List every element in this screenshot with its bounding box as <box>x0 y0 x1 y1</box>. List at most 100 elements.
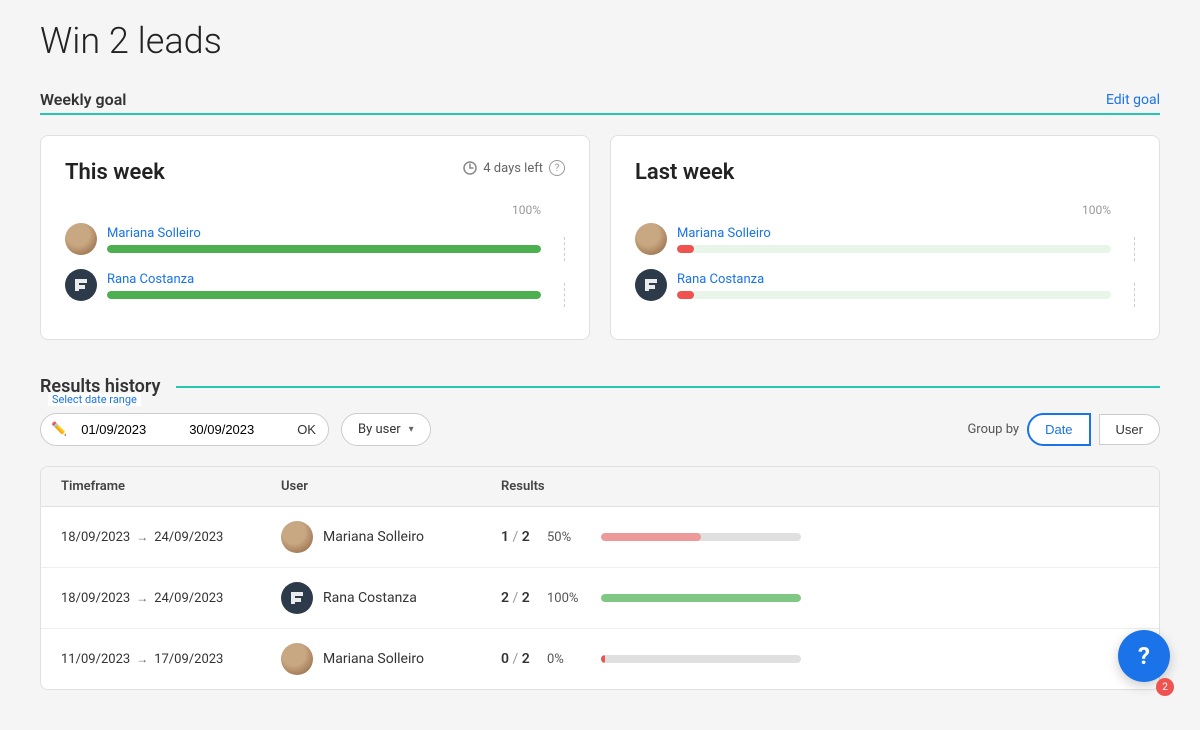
result-fraction-0: 1 / 2 <box>501 529 531 545</box>
col-header-results: Results <box>501 479 1139 494</box>
by-user-select[interactable]: By user ▾ <box>341 413 431 446</box>
week-cards: This week 4 days left ? 100% <box>40 135 1160 340</box>
days-left-text: 4 days left <box>483 161 543 176</box>
last-week-progress-mariana <box>677 245 1135 253</box>
group-by-control: Group by Date User <box>967 413 1160 446</box>
row-avatar-1 <box>281 582 313 614</box>
date-range-label: Select date range <box>48 393 141 406</box>
last-week-title: Last week <box>635 160 734 185</box>
table-row: 18/09/2023 → 24/09/2023 Mariana Solleiro… <box>41 507 1159 568</box>
date-to-0: 24/09/2023 <box>154 530 223 545</box>
arrow-icon-0: → <box>136 530 148 544</box>
dashed-marker-mariana <box>564 237 565 261</box>
row-user-0: Mariana Solleiro <box>323 529 424 545</box>
dashed-marker-rana <box>564 283 565 307</box>
results-section: Results history Select date range ✏️ OK … <box>40 376 1160 690</box>
result-fill-0 <box>601 533 701 541</box>
progress-track-rana <box>107 291 541 299</box>
ok-button[interactable]: OK <box>285 414 328 445</box>
group-by-date-button[interactable]: Date <box>1027 413 1090 446</box>
date-from-0: 18/09/2023 <box>61 530 130 545</box>
date-range-wrapper: Select date range ✏️ OK <box>40 413 329 446</box>
user-row-rana: Rana Costanza <box>65 269 565 301</box>
edit-goal-link[interactable]: Edit goal <box>1106 92 1160 108</box>
clock-icon <box>463 161 477 175</box>
timeframe-cell-2: 11/09/2023 → 17/09/2023 <box>61 652 281 667</box>
date-from-1: 18/09/2023 <box>61 591 130 606</box>
last-week-header-row: Last week <box>635 160 1135 203</box>
user-name-rana[interactable]: Rana Costanza <box>107 272 565 287</box>
row-avatar-img-0 <box>281 521 313 553</box>
date-end-input[interactable] <box>185 414 285 445</box>
results-cell-0: 1 / 2 50% <box>501 529 1139 545</box>
last-week-name-mariana[interactable]: Mariana Solleiro <box>677 226 1135 241</box>
col-header-user: User <box>281 479 501 494</box>
user-row-mariana: Mariana Solleiro <box>65 223 565 255</box>
progress-track-mariana <box>107 245 541 253</box>
last-week-user-rana: Rana Costanza <box>635 269 1135 301</box>
avatar-rana <box>65 269 97 301</box>
result-percent-1: 100% <box>547 591 585 606</box>
this-week-progress-area: 100% Mariana Solleiro <box>65 203 565 301</box>
this-week-header-row: This week 4 days left ? <box>65 160 565 203</box>
last-week-user-mariana: Mariana Solleiro <box>635 223 1135 255</box>
table-row: 11/09/2023 → 17/09/2023 Mariana Solleiro… <box>41 629 1159 689</box>
result-percent-0: 50% <box>547 530 585 545</box>
row-avatar-img-2 <box>281 643 313 675</box>
progress-fill-mariana <box>107 245 541 253</box>
last-week-progress-rana <box>677 291 1135 299</box>
weekly-goal-title: Weekly goal <box>40 90 126 109</box>
result-fill-2 <box>601 655 605 663</box>
timeframe-cell-1: 18/09/2023 → 24/09/2023 <box>61 591 281 606</box>
help-icon-thisweek[interactable]: ? <box>549 160 565 176</box>
date-to-1: 24/09/2023 <box>154 591 223 606</box>
table-header: Timeframe User Results <box>41 467 1159 507</box>
arrow-icon-1: → <box>136 591 148 605</box>
result-percent-2: 0% <box>547 652 585 667</box>
timeframe-cell-0: 18/09/2023 → 24/09/2023 <box>61 530 281 545</box>
results-table: Timeframe User Results 18/09/2023 → 24/0… <box>40 466 1160 690</box>
avatar-mariana <box>65 223 97 255</box>
date-start-input[interactable] <box>77 414 177 445</box>
last-week-avatar-rana <box>635 269 667 301</box>
this-week-percent-label: 100% <box>65 203 565 217</box>
avatar-mariana-img <box>65 223 97 255</box>
user-cell-1: Rana Costanza <box>281 582 501 614</box>
last-week-content: 100% Mariana Solleiro <box>635 203 1135 301</box>
last-week-info-mariana: Mariana Solleiro <box>677 226 1135 253</box>
progress-bar-area-rana <box>107 291 565 299</box>
chevron-down-icon: ▾ <box>409 424 414 435</box>
user-name-mariana[interactable]: Mariana Solleiro <box>107 226 565 241</box>
row-avatar-2 <box>281 643 313 675</box>
help-fab-button[interactable]: ? <box>1118 630 1170 682</box>
results-cell-2: 0 / 2 0% <box>501 651 1139 667</box>
user-info-rana: Rana Costanza <box>107 272 565 299</box>
pencil-icon[interactable]: ✏️ <box>41 414 77 445</box>
last-week-name-rana[interactable]: Rana Costanza <box>677 272 1135 287</box>
result-fraction-1: 2 / 2 <box>501 590 531 606</box>
result-track-0 <box>601 533 801 541</box>
by-user-label: By user <box>358 422 401 437</box>
date-input-group[interactable]: ✏️ OK <box>40 413 329 446</box>
table-row: 18/09/2023 → 24/09/2023 Rana Costanza 2 <box>41 568 1159 629</box>
last-week-track-mariana <box>677 245 1111 253</box>
result-fill-1 <box>601 594 801 602</box>
progress-fill-rana <box>107 291 541 299</box>
fab-notification-badge: 2 <box>1156 678 1174 696</box>
group-by-user-button[interactable]: User <box>1099 414 1160 445</box>
row-user-2: Mariana Solleiro <box>323 651 424 667</box>
progress-bar-area-mariana <box>107 245 565 253</box>
results-cell-1: 2 / 2 100% <box>501 590 1139 606</box>
result-fraction-2: 0 / 2 <box>501 651 531 667</box>
weekly-goal-divider <box>40 113 1160 115</box>
last-week-dashed-rana <box>1134 283 1135 307</box>
filters-row: Select date range ✏️ OK By user ▾ Group … <box>40 413 1160 446</box>
user-cell-2: Mariana Solleiro <box>281 643 501 675</box>
page: Win 2 leads Weekly goal Edit goal This w… <box>0 0 1200 730</box>
user-cell-0: Mariana Solleiro <box>281 521 501 553</box>
last-week-fill-rana <box>677 291 694 299</box>
row-avatar-0 <box>281 521 313 553</box>
last-week-info-rana: Rana Costanza <box>677 272 1135 299</box>
last-week-dashed-mariana <box>1134 237 1135 261</box>
last-week-track-rana <box>677 291 1111 299</box>
